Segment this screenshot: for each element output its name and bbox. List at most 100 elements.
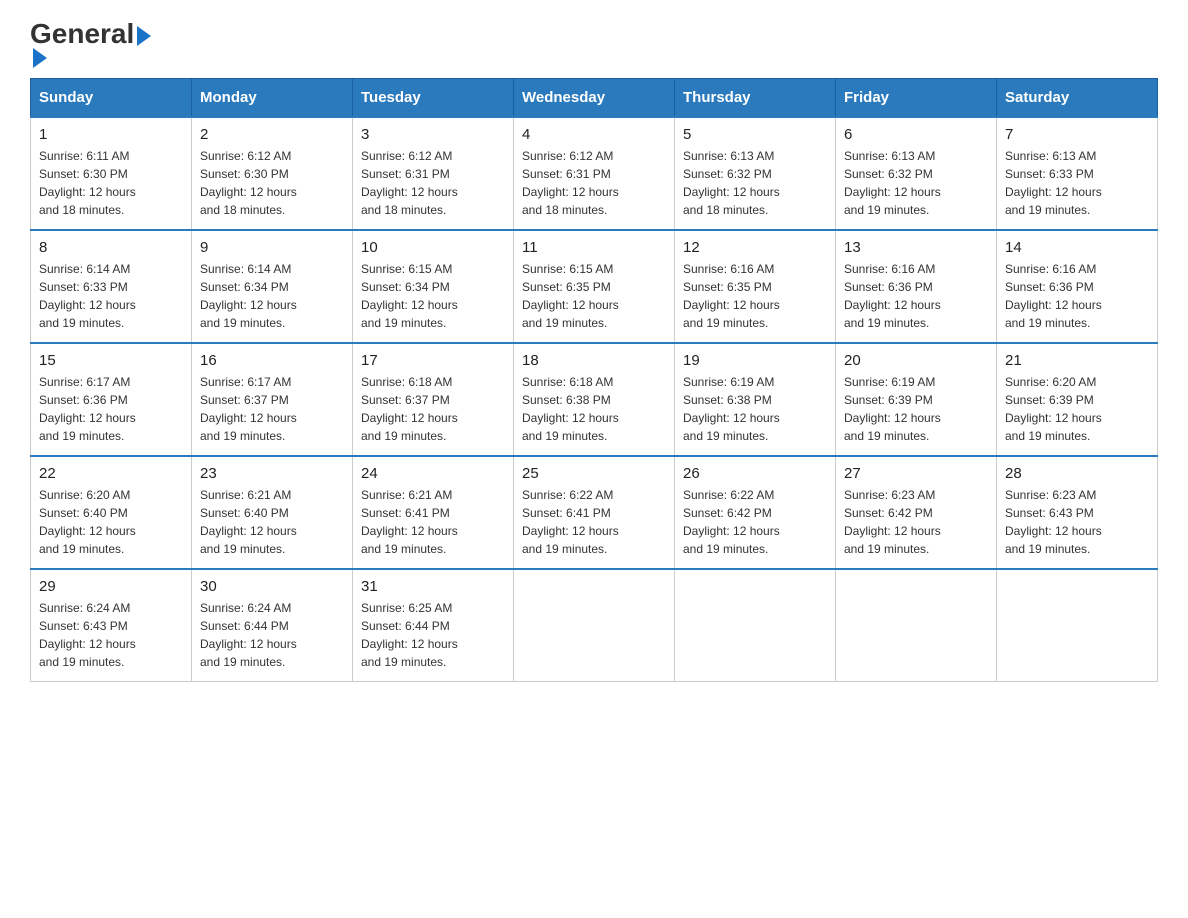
day-info: Sunrise: 6:13 AMSunset: 6:32 PMDaylight:… xyxy=(683,147,827,219)
day-info: Sunrise: 6:21 AMSunset: 6:41 PMDaylight:… xyxy=(361,486,505,558)
day-info: Sunrise: 6:23 AMSunset: 6:43 PMDaylight:… xyxy=(1005,486,1149,558)
page-header: General xyxy=(30,20,1158,68)
calendar-day-cell: 24 Sunrise: 6:21 AMSunset: 6:41 PMDayligh… xyxy=(353,456,514,569)
day-number: 8 xyxy=(39,239,183,256)
day-number: 4 xyxy=(522,126,666,143)
header-sunday: Sunday xyxy=(31,79,192,118)
day-number: 22 xyxy=(39,465,183,482)
day-info: Sunrise: 6:22 AMSunset: 6:42 PMDaylight:… xyxy=(683,486,827,558)
day-number: 15 xyxy=(39,352,183,369)
logo-arrow-icon xyxy=(33,48,47,68)
calendar-week-row: 15Sunrise: 6:17 AMSunset: 6:36 PMDayligh… xyxy=(31,343,1158,456)
header-tuesday: Tuesday xyxy=(353,79,514,118)
logo-blue-text xyxy=(30,48,47,68)
header-wednesday: Wednesday xyxy=(514,79,675,118)
day-number: 9 xyxy=(200,239,344,256)
day-number: 28 xyxy=(1005,465,1149,482)
day-number: 31 xyxy=(361,578,505,595)
day-info: Sunrise: 6:19 AMSunset: 6:38 PMDaylight:… xyxy=(683,373,827,445)
day-number: 29 xyxy=(39,578,183,595)
day-number: 23 xyxy=(200,465,344,482)
day-info: Sunrise: 6:12 AMSunset: 6:31 PMDaylight:… xyxy=(361,147,505,219)
calendar-day-cell: 26 Sunrise: 6:22 AMSunset: 6:42 PMDayligh… xyxy=(675,456,836,569)
logo-general-text: General xyxy=(30,20,151,48)
day-info: Sunrise: 6:21 AMSunset: 6:40 PMDaylight:… xyxy=(200,486,344,558)
header-saturday: Saturday xyxy=(997,79,1158,118)
calendar-day-cell: 9 Sunrise: 6:14 AMSunset: 6:34 PMDaylight… xyxy=(192,230,353,343)
calendar-day-cell: 7Sunrise: 6:13 AMSunset: 6:33 PMDaylight… xyxy=(997,117,1158,230)
day-number: 7 xyxy=(1005,126,1149,143)
day-number: 10 xyxy=(361,239,505,256)
day-info: Sunrise: 6:23 AMSunset: 6:42 PMDaylight:… xyxy=(844,486,988,558)
day-info: Sunrise: 6:18 AMSunset: 6:37 PMDaylight:… xyxy=(361,373,505,445)
calendar-day-cell: 8 Sunrise: 6:14 AMSunset: 6:33 PMDaylight… xyxy=(31,230,192,343)
day-number: 26 xyxy=(683,465,827,482)
day-number: 27 xyxy=(844,465,988,482)
day-number: 3 xyxy=(361,126,505,143)
day-number: 24 xyxy=(361,465,505,482)
day-number: 13 xyxy=(844,239,988,256)
header-friday: Friday xyxy=(836,79,997,118)
calendar-week-row: 8 Sunrise: 6:14 AMSunset: 6:33 PMDaylight… xyxy=(31,230,1158,343)
calendar-day-cell: 17 Sunrise: 6:18 AMSunset: 6:37 PMDayligh… xyxy=(353,343,514,456)
day-info: Sunrise: 6:22 AMSunset: 6:41 PMDaylight:… xyxy=(522,486,666,558)
day-number: 1 xyxy=(39,126,183,143)
calendar-day-cell: 13 Sunrise: 6:16 AMSunset: 6:36 PMDayligh… xyxy=(836,230,997,343)
day-number: 17 xyxy=(361,352,505,369)
day-info: Sunrise: 6:24 AMSunset: 6:44 PMDaylight:… xyxy=(200,599,344,671)
calendar-day-cell xyxy=(836,569,997,682)
day-number: 25 xyxy=(522,465,666,482)
day-info: Sunrise: 6:25 AMSunset: 6:44 PMDaylight:… xyxy=(361,599,505,671)
day-info: Sunrise: 6:12 AMSunset: 6:30 PMDaylight:… xyxy=(200,147,344,219)
calendar-day-cell: 12 Sunrise: 6:16 AMSunset: 6:35 PMDayligh… xyxy=(675,230,836,343)
calendar-table: SundayMondayTuesdayWednesdayThursdayFrid… xyxy=(30,78,1158,682)
calendar-day-cell: 23 Sunrise: 6:21 AMSunset: 6:40 PMDayligh… xyxy=(192,456,353,569)
logo-triangle-icon xyxy=(137,26,151,46)
day-info: Sunrise: 6:18 AMSunset: 6:38 PMDaylight:… xyxy=(522,373,666,445)
calendar-day-cell: 11Sunrise: 6:15 AMSunset: 6:35 PMDayligh… xyxy=(514,230,675,343)
calendar-day-cell: 27 Sunrise: 6:23 AMSunset: 6:42 PMDayligh… xyxy=(836,456,997,569)
calendar-week-row: 1 Sunrise: 6:11 AMSunset: 6:30 PMDaylight… xyxy=(31,117,1158,230)
calendar-day-cell: 2Sunrise: 6:12 AMSunset: 6:30 PMDaylight… xyxy=(192,117,353,230)
day-info: Sunrise: 6:14 AMSunset: 6:33 PMDaylight:… xyxy=(39,260,183,332)
calendar-day-cell: 5 Sunrise: 6:13 AMSunset: 6:32 PMDaylight… xyxy=(675,117,836,230)
calendar-day-cell: 20Sunrise: 6:19 AMSunset: 6:39 PMDayligh… xyxy=(836,343,997,456)
calendar-day-cell: 3 Sunrise: 6:12 AMSunset: 6:31 PMDaylight… xyxy=(353,117,514,230)
calendar-day-cell xyxy=(997,569,1158,682)
calendar-day-cell: 21 Sunrise: 6:20 AMSunset: 6:39 PMDayligh… xyxy=(997,343,1158,456)
calendar-day-cell: 28 Sunrise: 6:23 AMSunset: 6:43 PMDayligh… xyxy=(997,456,1158,569)
day-number: 18 xyxy=(522,352,666,369)
calendar-day-cell: 30 Sunrise: 6:24 AMSunset: 6:44 PMDayligh… xyxy=(192,569,353,682)
day-number: 30 xyxy=(200,578,344,595)
day-info: Sunrise: 6:20 AMSunset: 6:39 PMDaylight:… xyxy=(1005,373,1149,445)
day-number: 16 xyxy=(200,352,344,369)
logo: General xyxy=(30,20,151,68)
day-info: Sunrise: 6:16 AMSunset: 6:36 PMDaylight:… xyxy=(844,260,988,332)
day-number: 14 xyxy=(1005,239,1149,256)
day-info: Sunrise: 6:16 AMSunset: 6:35 PMDaylight:… xyxy=(683,260,827,332)
calendar-day-cell xyxy=(514,569,675,682)
day-number: 21 xyxy=(1005,352,1149,369)
calendar-day-cell: 25 Sunrise: 6:22 AMSunset: 6:41 PMDayligh… xyxy=(514,456,675,569)
calendar-day-cell: 19 Sunrise: 6:19 AMSunset: 6:38 PMDayligh… xyxy=(675,343,836,456)
day-number: 20 xyxy=(844,352,988,369)
day-info: Sunrise: 6:15 AMSunset: 6:34 PMDaylight:… xyxy=(361,260,505,332)
day-number: 19 xyxy=(683,352,827,369)
day-number: 12 xyxy=(683,239,827,256)
day-info: Sunrise: 6:11 AMSunset: 6:30 PMDaylight:… xyxy=(39,147,183,219)
day-info: Sunrise: 6:14 AMSunset: 6:34 PMDaylight:… xyxy=(200,260,344,332)
calendar-week-row: 29Sunrise: 6:24 AMSunset: 6:43 PMDayligh… xyxy=(31,569,1158,682)
day-info: Sunrise: 6:20 AMSunset: 6:40 PMDaylight:… xyxy=(39,486,183,558)
calendar-week-row: 22 Sunrise: 6:20 AMSunset: 6:40 PMDayligh… xyxy=(31,456,1158,569)
calendar-day-cell: 15Sunrise: 6:17 AMSunset: 6:36 PMDayligh… xyxy=(31,343,192,456)
calendar-day-cell: 6 Sunrise: 6:13 AMSunset: 6:32 PMDaylight… xyxy=(836,117,997,230)
day-info: Sunrise: 6:17 AMSunset: 6:37 PMDaylight:… xyxy=(200,373,344,445)
day-info: Sunrise: 6:13 AMSunset: 6:32 PMDaylight:… xyxy=(844,147,988,219)
day-number: 11 xyxy=(522,239,666,256)
calendar-day-cell: 14Sunrise: 6:16 AMSunset: 6:36 PMDayligh… xyxy=(997,230,1158,343)
day-number: 6 xyxy=(844,126,988,143)
calendar-day-cell: 29Sunrise: 6:24 AMSunset: 6:43 PMDayligh… xyxy=(31,569,192,682)
calendar-day-cell xyxy=(675,569,836,682)
header-monday: Monday xyxy=(192,79,353,118)
day-number: 5 xyxy=(683,126,827,143)
